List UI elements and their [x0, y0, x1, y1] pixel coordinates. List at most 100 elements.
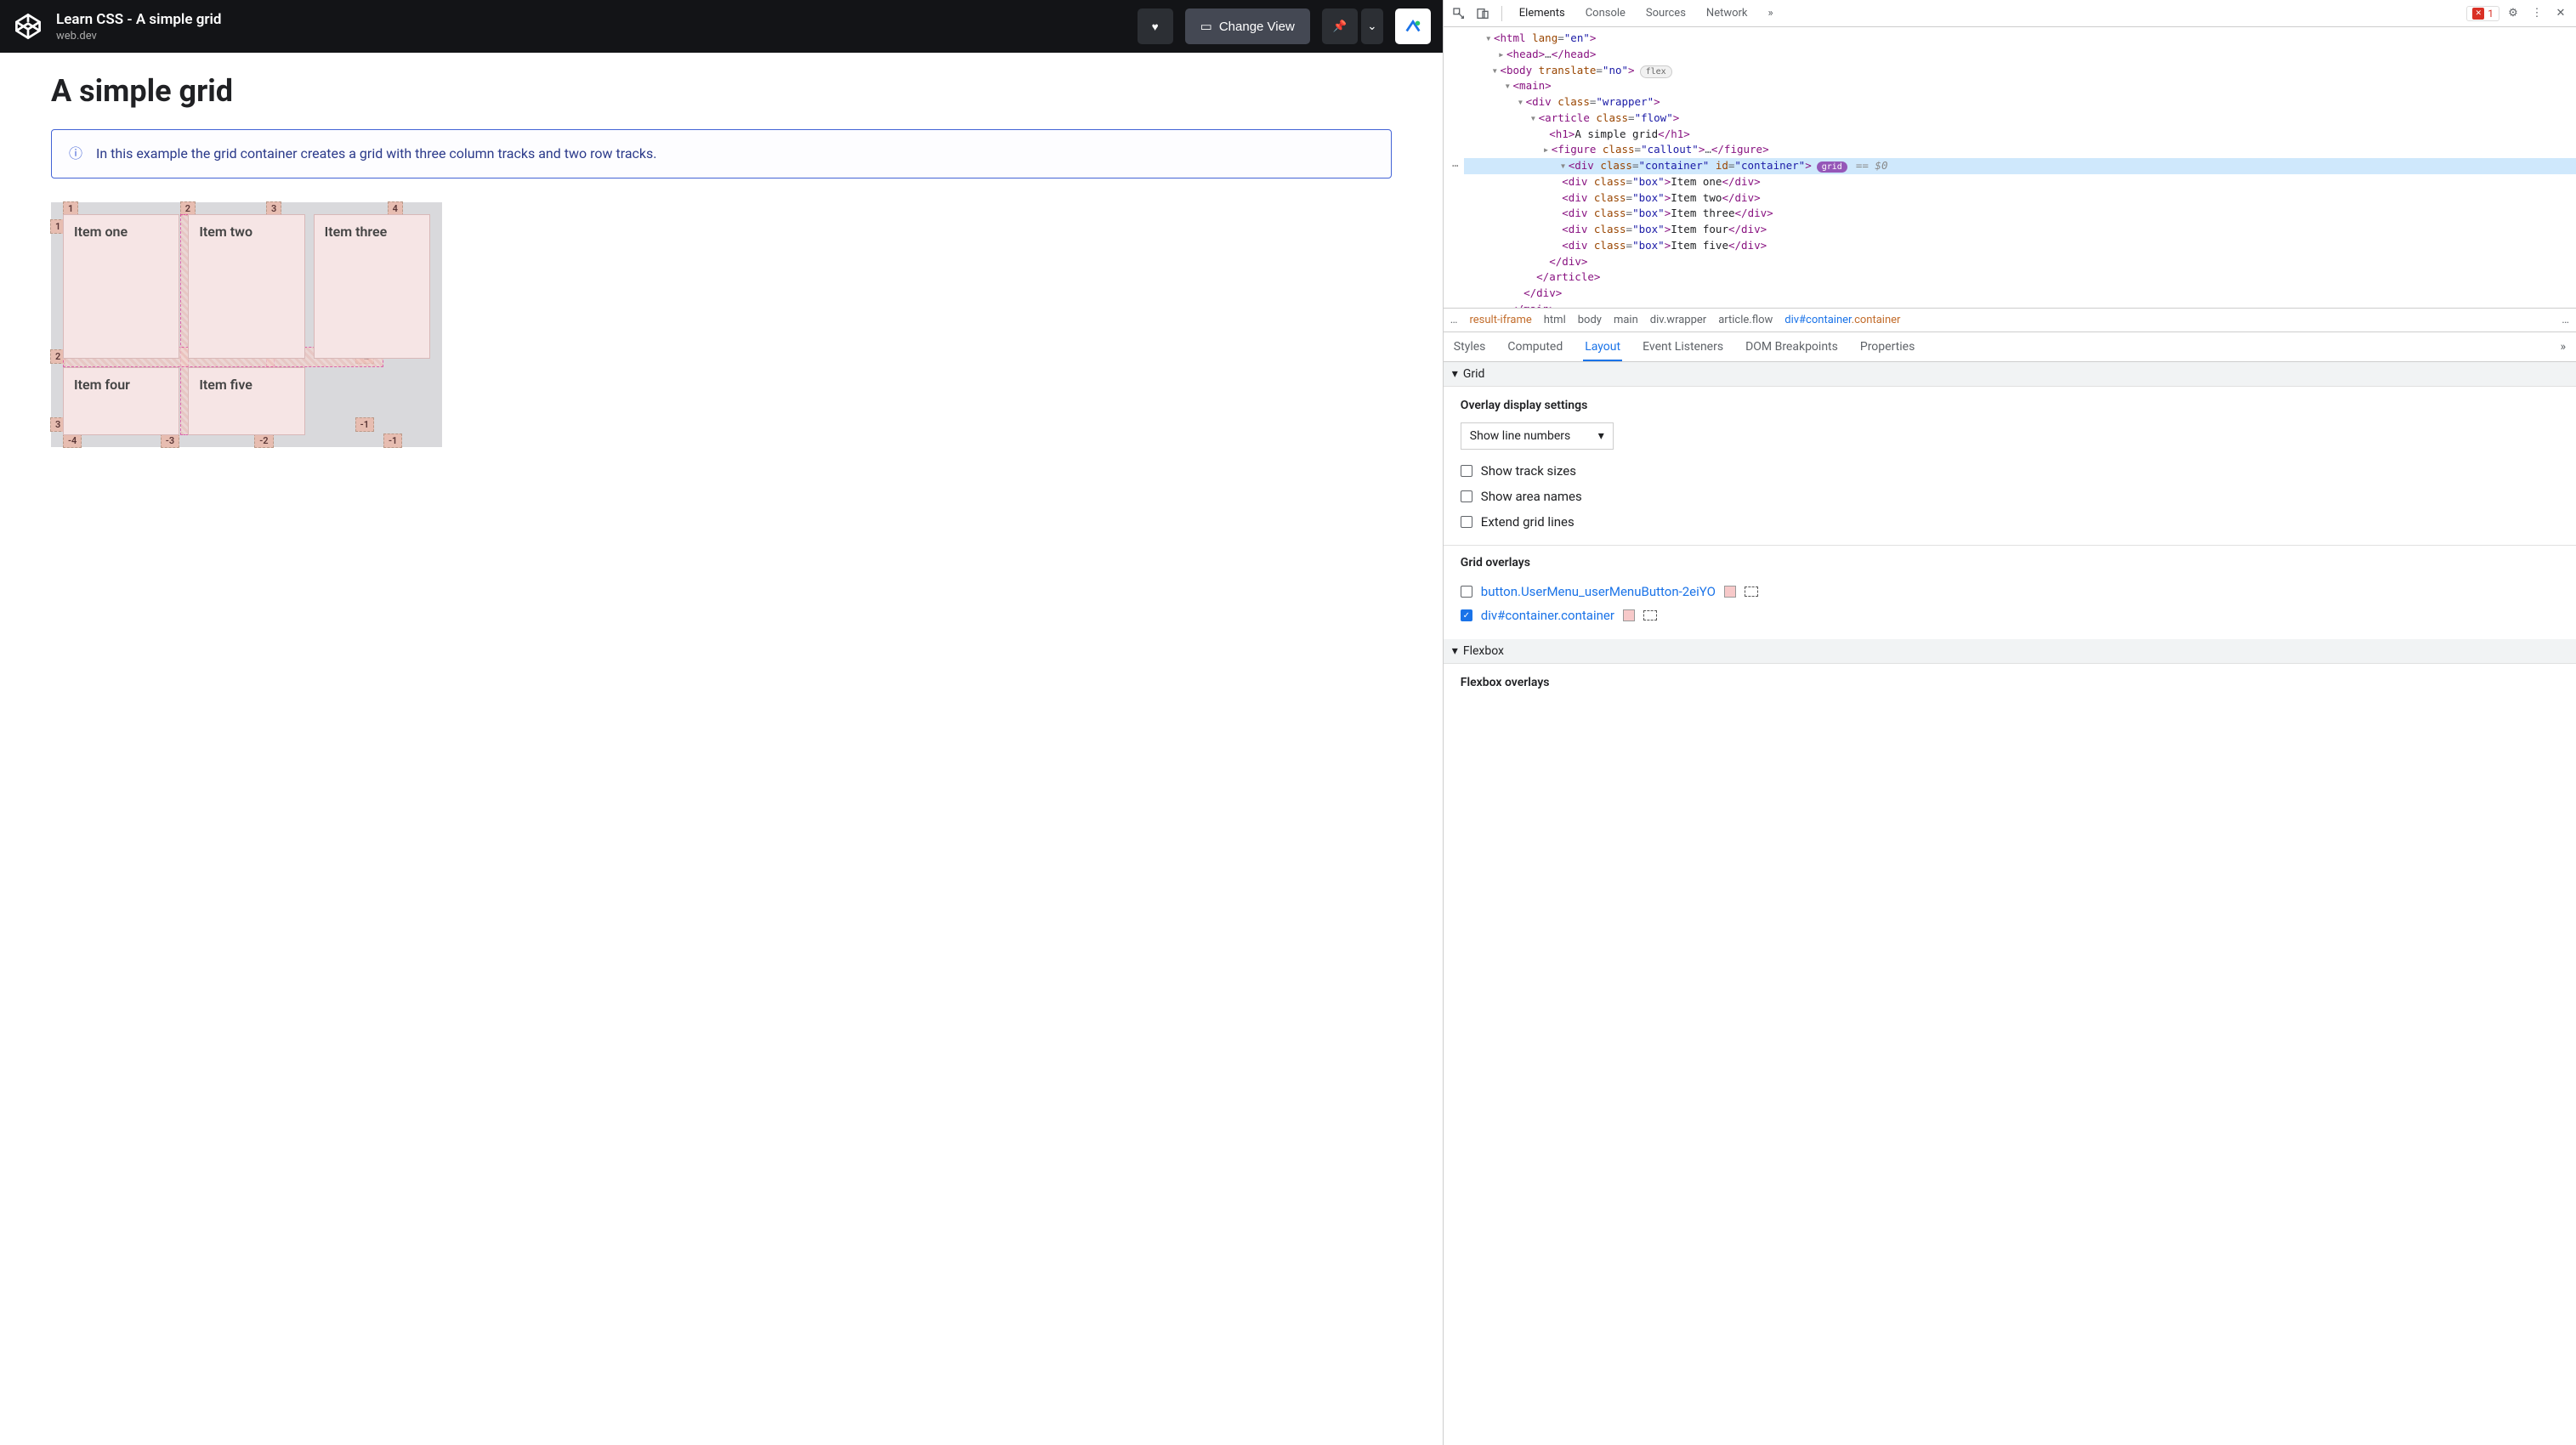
grid-item: Item three: [314, 214, 430, 359]
subtabs-overflow[interactable]: »: [2558, 334, 2567, 360]
subtab-event-listeners[interactable]: Event Listeners: [1641, 334, 1725, 360]
chevron-down-icon: ▾: [1452, 644, 1458, 658]
select-label: Show line numbers: [1470, 429, 1570, 443]
grid-demo: 1 2 3 4 1 2 3 -3 -2 -1 -4 -3 -2 -1 Item …: [51, 202, 442, 447]
pen-title: Learn CSS - A simple grid: [56, 11, 1126, 28]
layout-icon: ▭: [1200, 19, 1212, 34]
preview-content: A simple grid ⓘ In this example the grid…: [0, 53, 1443, 1445]
flexbox-section-label: Flexbox: [1463, 644, 1504, 658]
close-devtools-icon[interactable]: ✕: [2550, 3, 2571, 24]
devtools-toolbar: Elements Console Sources Network » ✕ 1 ⚙…: [1444, 0, 2576, 27]
grid-item: Item four: [63, 367, 179, 435]
tabs-overflow[interactable]: »: [1760, 2, 1782, 25]
styles-tab-bar: Styles Computed Layout Event Listeners D…: [1444, 332, 2576, 362]
overlay-label: button.UserMenu_userMenuButton-2eiYO: [1481, 584, 1716, 599]
grid-line-label: -4: [63, 434, 82, 448]
grid-section-label: Grid: [1463, 367, 1485, 381]
color-swatch[interactable]: [1724, 586, 1736, 598]
dom-selected-row[interactable]: ⋯ ▾<div class="container" id="container"…: [1447, 158, 2576, 174]
checkbox-icon: ✓: [1461, 609, 1472, 621]
callout-text: In this example the grid container creat…: [96, 144, 656, 164]
overlay-preview-icon[interactable]: [1643, 610, 1657, 620]
checkbox-icon: [1461, 586, 1472, 598]
flexbox-section-header[interactable]: ▾ Flexbox: [1444, 639, 2576, 664]
grid-item: Item five: [188, 367, 304, 435]
subtab-layout[interactable]: Layout: [1583, 334, 1622, 361]
crumb-ellipsis[interactable]: …: [1450, 314, 1458, 326]
grid-badge[interactable]: grid: [1817, 162, 1847, 173]
change-view-label: Change View: [1219, 20, 1295, 34]
kebab-icon[interactable]: ⋮: [2527, 3, 2547, 24]
check-show-track-sizes[interactable]: Show track sizes: [1461, 458, 2559, 484]
crumb-item[interactable]: html: [1544, 314, 1566, 326]
heart-button[interactable]: ♥: [1138, 8, 1173, 44]
breadcrumb-bar: … result-iframe html body main div.wrapp…: [1444, 308, 2576, 332]
overlay-settings-heading: Overlay display settings: [1461, 399, 2559, 412]
device-toggle-icon[interactable]: [1472, 3, 1493, 24]
grid-line-label: -3: [161, 434, 179, 448]
tab-console[interactable]: Console: [1577, 2, 1634, 25]
check-label: Extend grid lines: [1481, 514, 1575, 530]
overlay-label: div#container.container: [1481, 608, 1614, 623]
dom-box-text: Item one: [1671, 175, 1722, 188]
inspect-icon[interactable]: [1449, 3, 1469, 24]
heart-icon: ♥: [1152, 20, 1159, 33]
overlay-row[interactable]: ✓ div#container.container: [1461, 604, 2559, 627]
checkbox-icon: [1461, 490, 1472, 502]
eq0-label: == $0: [1856, 159, 1888, 172]
check-extend-grid-lines[interactable]: Extend grid lines: [1461, 509, 2559, 535]
subtab-styles[interactable]: Styles: [1452, 334, 1488, 360]
page-heading: A simple grid: [51, 73, 1392, 109]
flexbox-overlays-heading: Flexbox overlays: [1461, 676, 2559, 689]
dom-box-text: Item four: [1671, 223, 1728, 235]
crumb-item[interactable]: main: [1614, 314, 1638, 326]
crumb-item[interactable]: body: [1578, 314, 1602, 326]
layout-panel: ▾ Grid Overlay display settings Show lin…: [1444, 362, 2576, 1445]
overlay-preview-icon[interactable]: [1745, 586, 1758, 597]
devtools: Elements Console Sources Network » ✕ 1 ⚙…: [1443, 0, 2576, 1445]
crumb-item[interactable]: result-iframe: [1470, 314, 1532, 326]
grid-overlays-heading: Grid overlays: [1461, 556, 2559, 570]
pin-dropdown-button[interactable]: ⌄: [1361, 8, 1383, 44]
tab-network[interactable]: Network: [1698, 2, 1756, 25]
error-icon: ✕: [2472, 8, 2484, 20]
dom-h1-text: A simple grid: [1575, 128, 1658, 140]
pen-author[interactable]: web.dev: [56, 30, 1126, 42]
line-numbers-select[interactable]: Show line numbers ▾: [1461, 422, 1614, 450]
grid-line-label: -2: [254, 434, 273, 448]
crumb-active[interactable]: div#container.container: [1784, 314, 1900, 326]
grid-section-header[interactable]: ▾ Grid: [1444, 362, 2576, 387]
crumb-ellipsis[interactable]: …: [2562, 314, 2569, 326]
settings-icon[interactable]: ⚙: [2503, 3, 2523, 24]
change-view-button[interactable]: ▭ Change View: [1185, 8, 1310, 44]
chevron-down-icon: ⌄: [1367, 20, 1376, 33]
subtab-dom-breakpoints[interactable]: DOM Breakpoints: [1744, 334, 1840, 360]
callout: ⓘ In this example the grid container cre…: [51, 129, 1392, 178]
profile-button[interactable]: [1395, 8, 1431, 44]
check-show-area-names[interactable]: Show area names: [1461, 484, 2559, 509]
tab-sources[interactable]: Sources: [1637, 2, 1694, 25]
codepen-header: Learn CSS - A simple grid web.dev ♥ ▭ Ch…: [0, 0, 1443, 53]
error-count: 1: [2488, 8, 2494, 20]
flex-badge[interactable]: flex: [1640, 65, 1672, 78]
check-label: Show track sizes: [1481, 463, 1576, 479]
error-badge[interactable]: ✕ 1: [2466, 6, 2499, 21]
logo-icon: [1404, 17, 1422, 36]
pin-button[interactable]: 📌: [1322, 8, 1358, 44]
crumb-item[interactable]: div.wrapper: [1650, 314, 1706, 326]
pin-icon: 📌: [1332, 20, 1347, 33]
overlay-row[interactable]: button.UserMenu_userMenuButton-2eiYO: [1461, 580, 2559, 604]
subtab-properties[interactable]: Properties: [1858, 334, 1916, 360]
info-icon: ⓘ: [69, 144, 86, 164]
subtab-computed[interactable]: Computed: [1506, 334, 1564, 360]
dropdown-icon: ▾: [1598, 429, 1604, 443]
checkbox-icon: [1461, 516, 1472, 528]
checkbox-icon: [1461, 465, 1472, 477]
tab-elements[interactable]: Elements: [1511, 2, 1574, 25]
dom-tree[interactable]: ▾<html lang="en"> ▸<head>…</head> ▾<body…: [1444, 27, 2576, 308]
dom-box-text: Item three: [1671, 207, 1734, 219]
crumb-item[interactable]: article.flow: [1718, 314, 1773, 326]
grid-container: Item one Item two Item three Item four I…: [63, 214, 430, 435]
codepen-logo: [12, 10, 44, 42]
color-swatch[interactable]: [1623, 609, 1635, 621]
